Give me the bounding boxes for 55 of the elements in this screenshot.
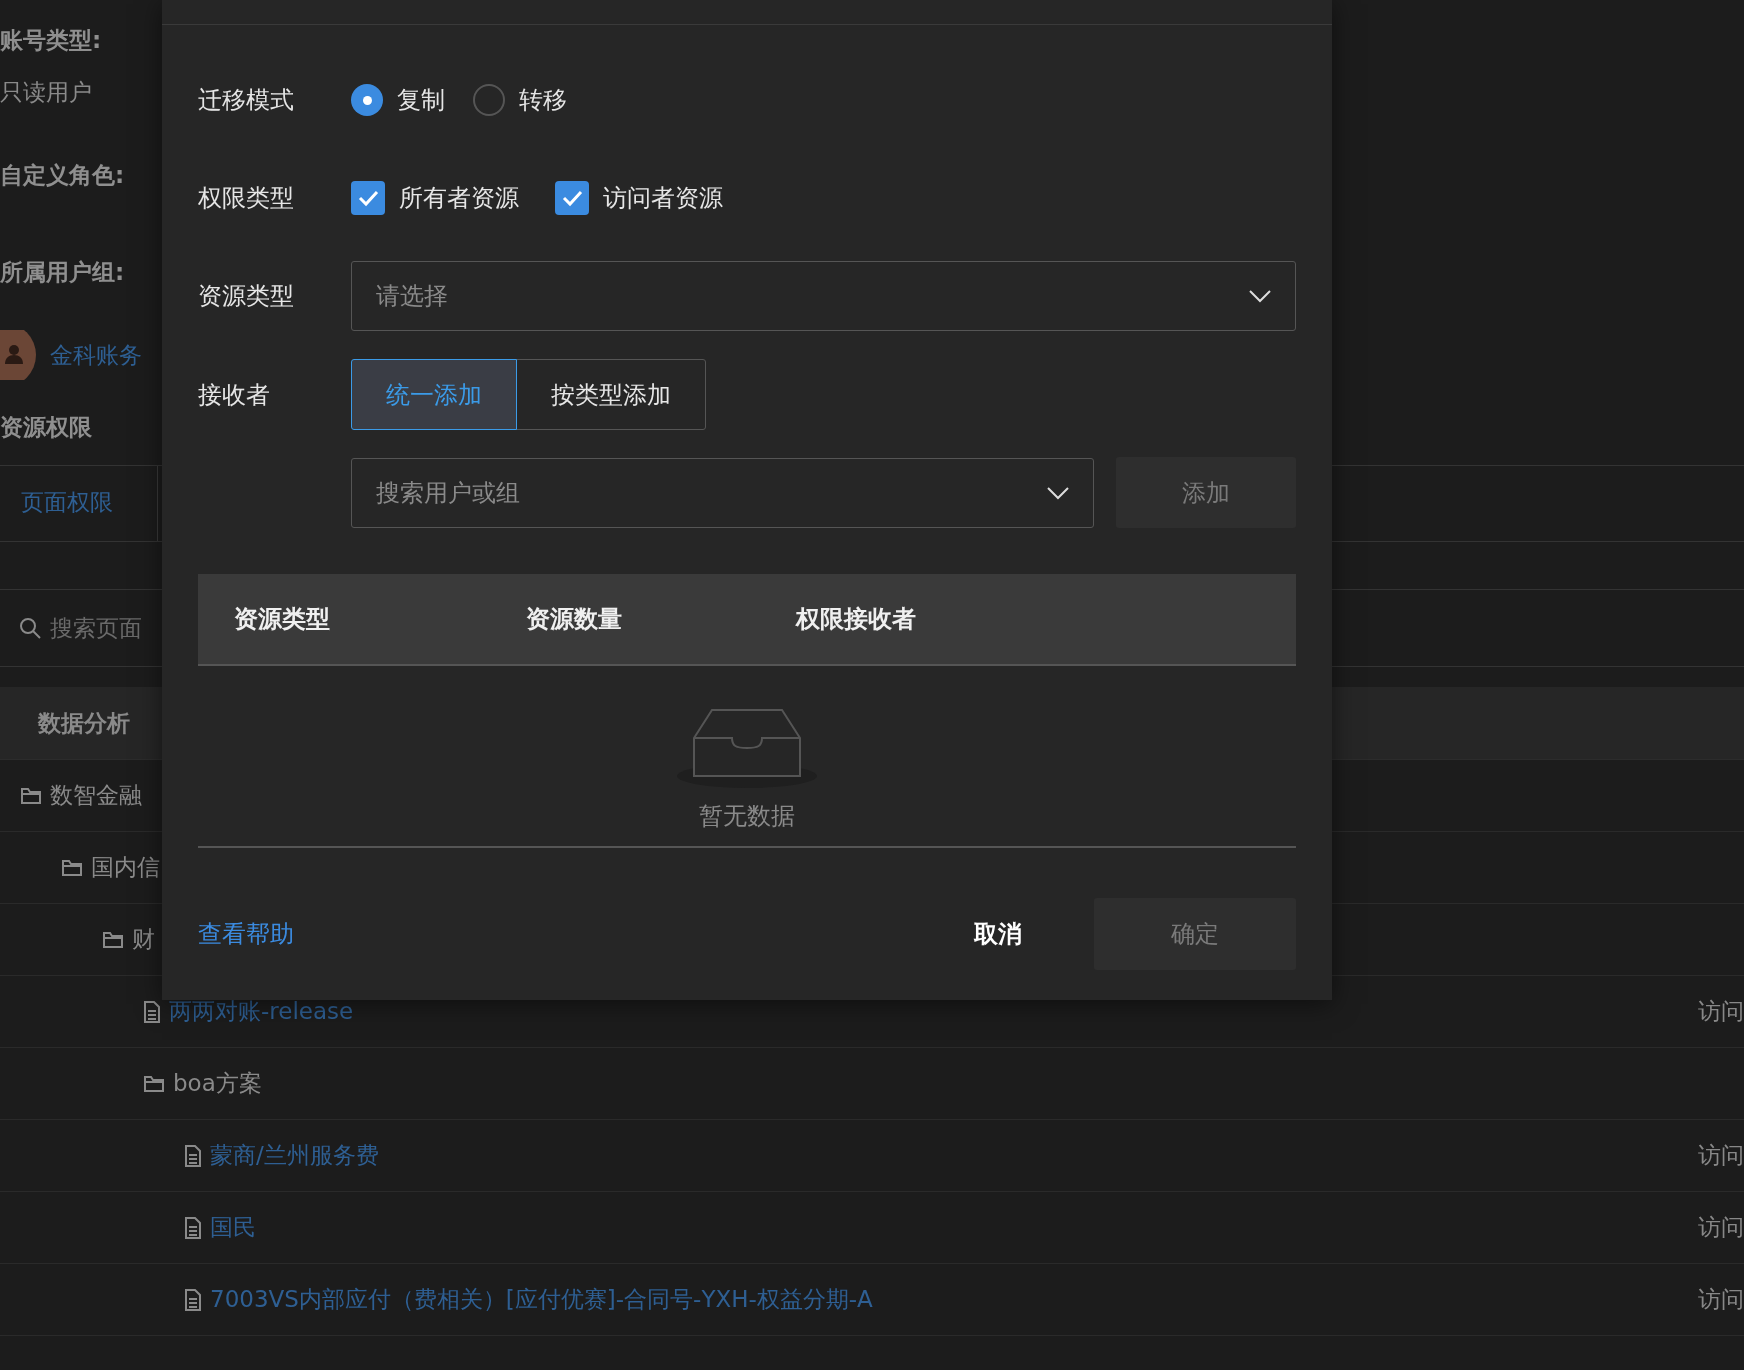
resource-type-select[interactable]: 请选择: [351, 261, 1296, 331]
search-field[interactable]: 搜索页面: [50, 612, 142, 644]
radio-button[interactable]: [473, 84, 505, 116]
page-link[interactable]: 7003VS内部应付（费相关）[应付优赛]-合同号-YXH-权益分期-A: [210, 1284, 873, 1315]
tab[interactable]: 页面权限: [0, 466, 158, 541]
radio-button[interactable]: [351, 84, 383, 116]
field-label: 迁移模式: [198, 85, 295, 116]
field-label: 账号类型:: [0, 26, 102, 55]
option-label[interactable]: 访问者资源: [603, 182, 723, 214]
receiver-search-select[interactable]: 搜索用户或组: [351, 457, 1094, 528]
folder-icon: [61, 858, 83, 877]
folder-icon: [20, 786, 42, 805]
folder-name[interactable]: 数智金融: [50, 780, 142, 811]
folder-icon: [143, 1074, 165, 1093]
help-link[interactable]: 查看帮助: [198, 918, 294, 950]
field-value: 只读用户: [0, 78, 92, 107]
access-text: 访问: [1698, 1285, 1744, 1314]
page-link[interactable]: 国民: [210, 1212, 256, 1243]
column-header: 权限接收者: [796, 604, 917, 635]
field-label: 权限类型: [198, 183, 295, 214]
document-icon: [184, 1144, 202, 1167]
column-header: 资源数量: [526, 604, 623, 635]
field-label: 所属用户组:: [0, 258, 125, 287]
option-label[interactable]: 转移: [519, 84, 567, 116]
document-icon: [143, 1000, 161, 1023]
checkbox[interactable]: [351, 181, 385, 215]
chevron-down-icon: [1047, 485, 1069, 500]
document-icon: [184, 1288, 202, 1311]
column-header: 资源类型: [234, 604, 331, 635]
document-icon: [184, 1216, 202, 1239]
group-link[interactable]: 金科账务: [50, 339, 142, 371]
field-label: 接收者: [198, 379, 271, 411]
option-label[interactable]: 所有者资源: [399, 182, 519, 214]
folder-name[interactable]: 财: [132, 924, 155, 955]
segment-button[interactable]: 按类型添加: [516, 359, 706, 430]
group-avatar-icon: [0, 330, 36, 380]
segment-button[interactable]: 统一添加: [351, 359, 517, 430]
access-text: 访问: [1698, 1213, 1744, 1242]
checkbox[interactable]: [555, 181, 589, 215]
tree-header: 数据分析: [38, 708, 130, 738]
access-text: 访问: [1698, 1141, 1744, 1170]
option-label[interactable]: 复制: [397, 84, 445, 116]
search-icon: [18, 616, 42, 640]
page-link[interactable]: 两两对账-release: [169, 996, 354, 1027]
folder-name[interactable]: 国内信: [91, 852, 160, 883]
access-text: 访问: [1698, 997, 1744, 1026]
section-title: 资源权限: [0, 413, 92, 442]
folder-icon: [102, 930, 124, 949]
field-label: 资源类型: [198, 281, 295, 312]
cancel-button[interactable]: 取消: [954, 898, 1042, 970]
field-label: 自定义角色:: [0, 161, 125, 190]
folder-name[interactable]: boa方案: [173, 1068, 262, 1099]
chevron-down-icon: [1249, 289, 1271, 303]
empty-text: 暂无数据: [699, 801, 795, 832]
page-link[interactable]: 蒙商/兰州服务费: [210, 1140, 379, 1171]
